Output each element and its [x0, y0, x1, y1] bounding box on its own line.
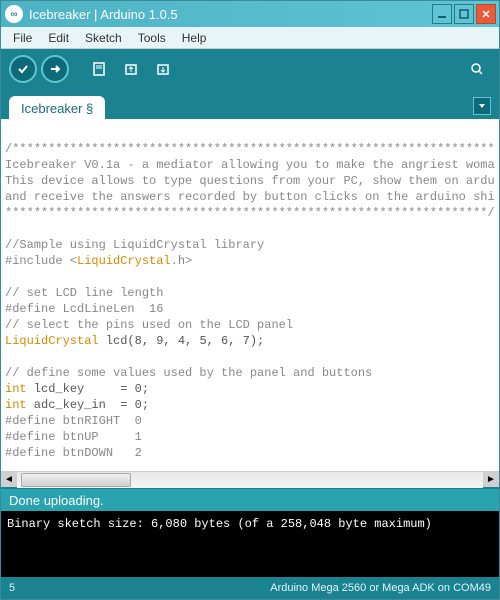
tab-menu-button[interactable] [473, 97, 491, 115]
line-number: 5 [9, 582, 15, 594]
scroll-thumb[interactable] [21, 473, 131, 487]
console-output[interactable]: Binary sketch size: 6,080 bytes (of a 25… [1, 511, 499, 577]
code-line: /***************************************… [5, 142, 495, 156]
code-line: and receive the answers recorded by butt… [5, 190, 495, 204]
scroll-right-button[interactable]: ► [483, 472, 499, 488]
window-title: Icebreaker | Arduino 1.0.5 [29, 7, 178, 22]
code-line: This device allows to type questions fro… [5, 174, 495, 188]
menu-file[interactable]: File [7, 29, 38, 47]
tab-icebreaker[interactable]: Icebreaker § [9, 96, 105, 119]
code-line: #include <LiquidCrystal.h> [5, 254, 192, 268]
code-line: Icebreaker V0.1a - a mediator allowing y… [5, 158, 495, 172]
toolbar [1, 49, 499, 89]
code-line: // define some values used by the panel … [5, 366, 372, 380]
code-line: #define LcdLineLen 16 [5, 302, 163, 316]
close-button[interactable] [476, 4, 496, 24]
code-editor[interactable]: /***************************************… [1, 119, 499, 471]
code-line: int adc_key_in = 0; [5, 398, 149, 412]
scroll-track[interactable] [17, 472, 483, 488]
horizontal-scrollbar[interactable]: ◄ ► [1, 471, 499, 487]
board-info: Arduino Mega 2560 or Mega ADK on COM49 [270, 582, 491, 594]
maximize-button[interactable] [454, 4, 474, 24]
code-line: ****************************************… [5, 206, 495, 220]
upload-button[interactable] [41, 55, 69, 83]
titlebar[interactable]: ∞ Icebreaker | Arduino 1.0.5 [1, 1, 499, 27]
arduino-logo-icon: ∞ [5, 5, 23, 23]
app-window: ∞ Icebreaker | Arduino 1.0.5 File Edit S… [0, 0, 500, 600]
minimize-button[interactable] [432, 4, 452, 24]
code-line: //Sample using LiquidCrystal library [5, 238, 264, 252]
console-line: Binary sketch size: 6,080 bytes (of a 25… [7, 517, 432, 531]
tabbar: Icebreaker § [1, 89, 499, 119]
save-button[interactable] [149, 55, 177, 83]
status-bar: Done uploading. [1, 487, 499, 511]
code-line: // select the pins used on the LCD panel [5, 318, 293, 332]
status-text: Done uploading. [9, 493, 104, 508]
menubar: File Edit Sketch Tools Help [1, 27, 499, 49]
menu-sketch[interactable]: Sketch [79, 29, 128, 47]
menu-help[interactable]: Help [176, 29, 213, 47]
verify-button[interactable] [9, 55, 37, 83]
code-line: #define btnUP 1 [5, 430, 142, 444]
serial-monitor-button[interactable] [463, 55, 491, 83]
footer-bar: 5 Arduino Mega 2560 or Mega ADK on COM49 [1, 577, 499, 599]
code-line: int lcd_key = 0; [5, 382, 149, 396]
new-button[interactable] [85, 55, 113, 83]
scroll-left-button[interactable]: ◄ [1, 472, 17, 488]
open-button[interactable] [117, 55, 145, 83]
menu-tools[interactable]: Tools [132, 29, 172, 47]
code-line: LiquidCrystal lcd(8, 9, 4, 5, 6, 7); [5, 334, 264, 348]
code-line: #define btnRIGHT 0 [5, 414, 142, 428]
code-line: // set LCD line length [5, 286, 163, 300]
code-line: #define btnDOWN 2 [5, 446, 142, 460]
menu-edit[interactable]: Edit [42, 29, 75, 47]
